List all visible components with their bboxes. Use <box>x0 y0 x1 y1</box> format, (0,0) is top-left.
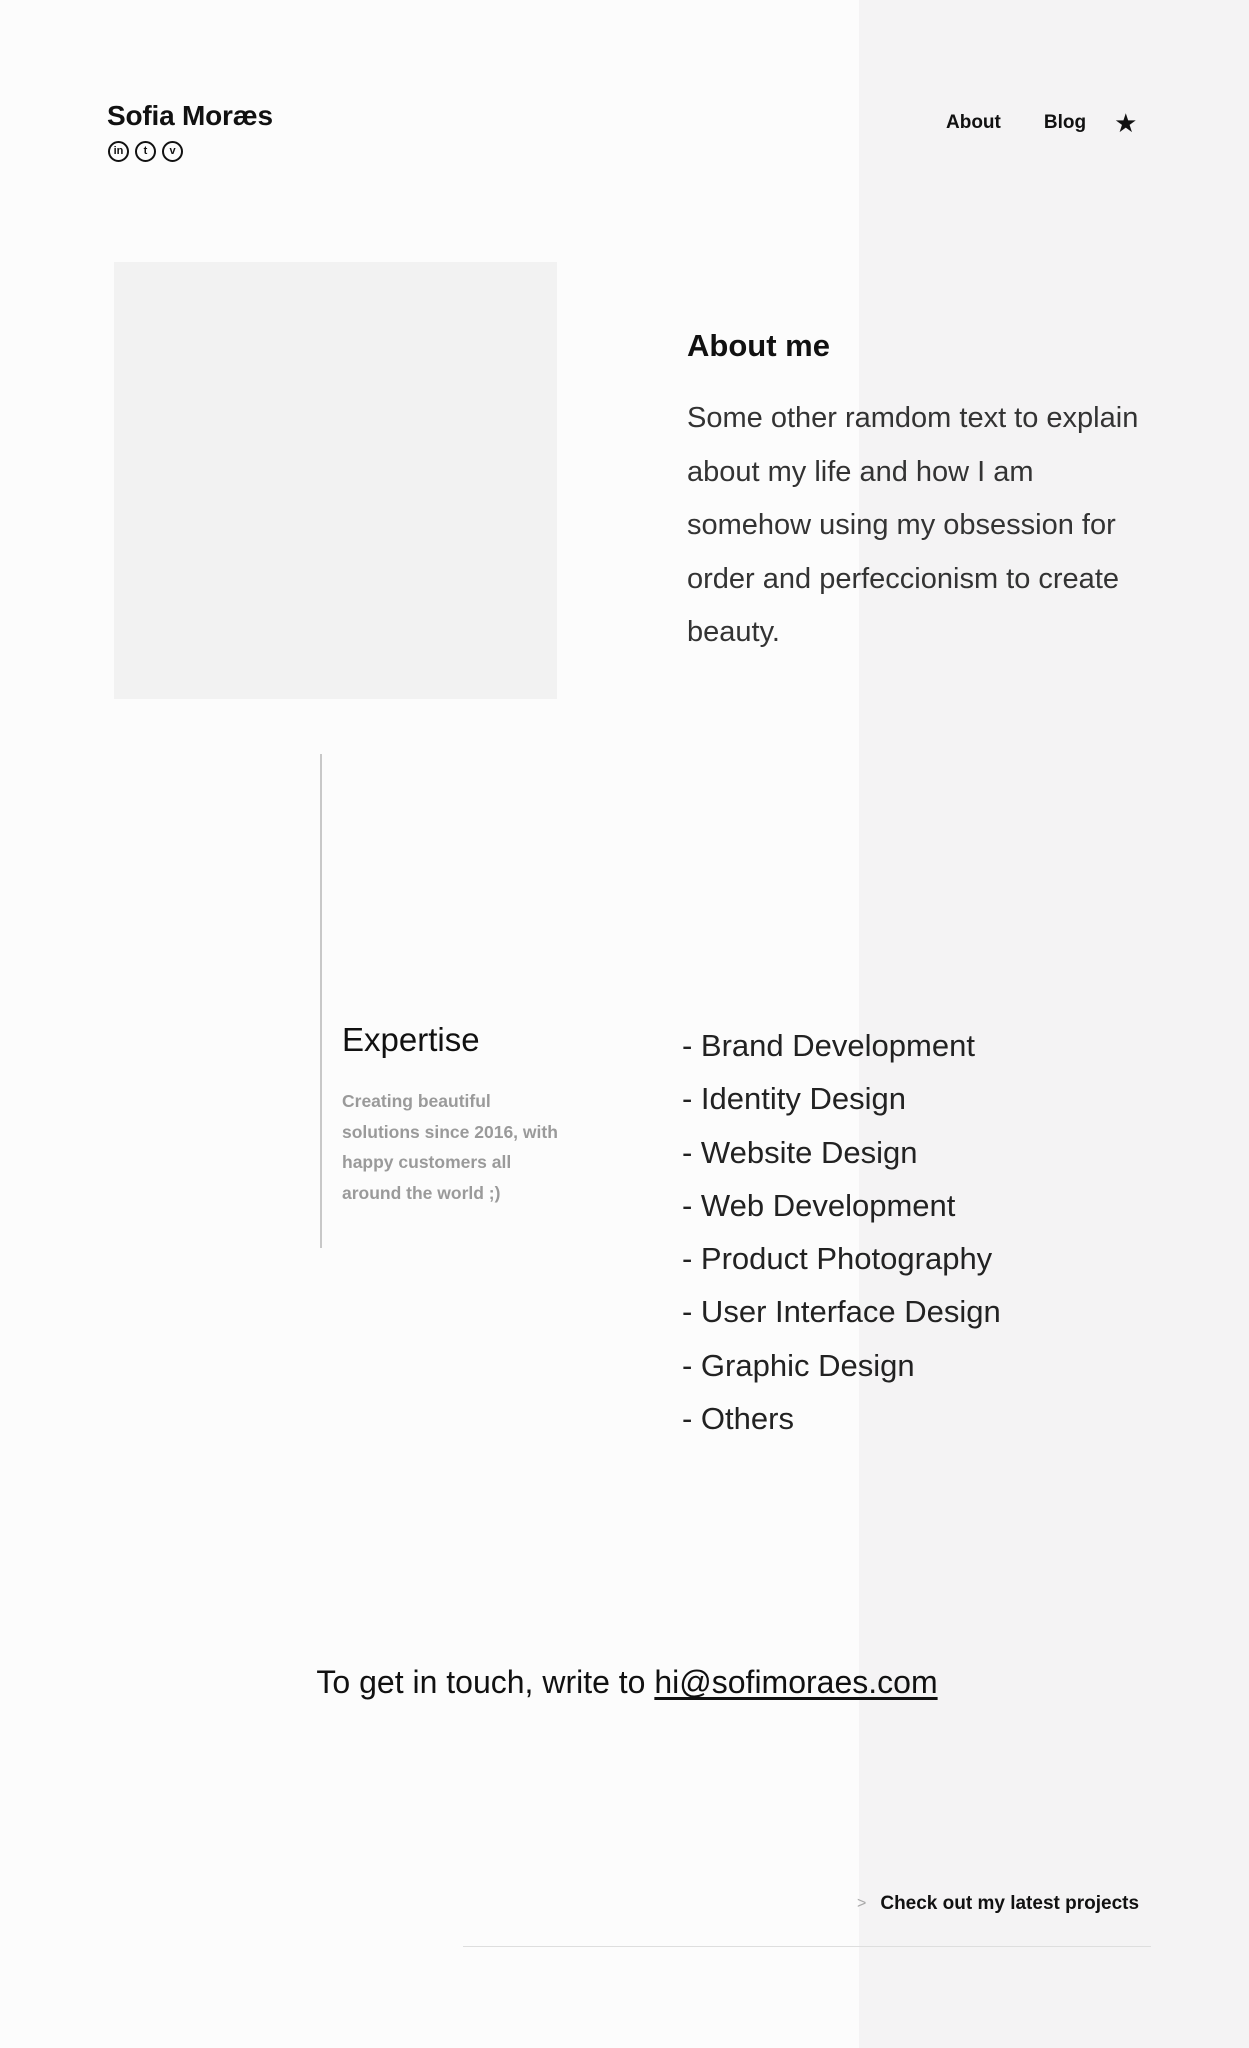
footer-divider <box>463 1946 1151 1947</box>
expertise-description: Creating beautiful solutions since 2016,… <box>342 1091 558 1203</box>
list-item: - User Interface Design <box>682 1294 1001 1330</box>
main-nav: About Blog ★ <box>946 110 1137 136</box>
vimeo-icon[interactable]: v <box>162 141 183 162</box>
star-icon[interactable]: ★ <box>1114 110 1137 136</box>
social-links: in t v <box>108 141 183 162</box>
list-item: - Product Photography <box>682 1241 993 1277</box>
contact-prefix: To get in touch, write to <box>316 1664 655 1700</box>
list-item: - Brand Development <box>682 1028 975 1063</box>
contact-email-link[interactable]: hi@sofimoraes.com <box>654 1664 937 1700</box>
list-item: - Website Design <box>682 1134 918 1170</box>
about-text: Some other ramdom text to explain about … <box>687 402 1139 648</box>
nav-blog-link[interactable]: Blog <box>1044 112 1086 134</box>
list-item: - Web Development <box>682 1187 956 1223</box>
list-item: - Others <box>682 1401 794 1437</box>
expertise-list: - Brand Development - Identity Design - … <box>682 1019 1001 1445</box>
list-item: - Identity Design <box>682 1081 906 1117</box>
linkedin-icon[interactable]: in <box>108 141 129 162</box>
profile-photo-placeholder <box>114 262 557 699</box>
list-item: - Graphic Design <box>682 1347 915 1383</box>
tumblr-icon[interactable]: t <box>135 141 156 162</box>
contact-line: To get in touch, write to hi@sofimoraes.… <box>0 1664 1249 1701</box>
expertise-divider-line <box>320 754 322 1248</box>
about-heading: About me <box>687 328 830 363</box>
latest-projects-label: Check out my latest projects <box>880 1893 1140 1914</box>
brand-name[interactable]: Sofia Moræs <box>107 100 273 132</box>
expertise-heading: Expertise <box>342 1021 480 1058</box>
chevron-right-icon: > <box>857 1895 867 1912</box>
latest-projects-link[interactable]: > Check out my latest projects <box>857 1893 1139 1915</box>
nav-about-link[interactable]: About <box>946 112 1001 134</box>
